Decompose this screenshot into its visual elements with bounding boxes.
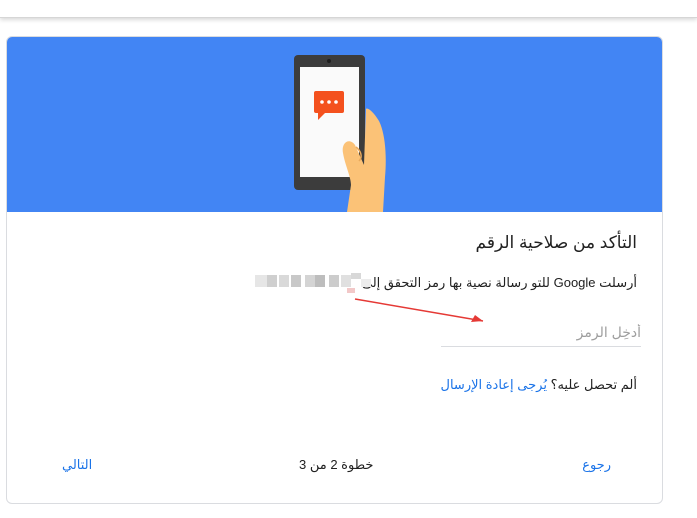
- resend-prompt: ألم تحصل عليه؟: [550, 377, 637, 392]
- top-bar: [0, 0, 697, 18]
- next-button[interactable]: التالي: [62, 457, 92, 473]
- verification-card: التأكد من صلاحية الرقم أرسلت Google للتو…: [6, 36, 663, 504]
- phone-with-message-icon: [294, 55, 386, 212]
- verification-code-input[interactable]: [441, 318, 641, 347]
- resend-link[interactable]: يُرجى إعادة الإرسال: [441, 377, 547, 392]
- sms-sent-message: أرسلت Google للتو رسالة نصية بها رمز الت…: [361, 275, 637, 290]
- step-indicator: خطوة 2 من 3: [299, 457, 374, 472]
- masked-phone-number: [255, 273, 371, 293]
- page-title: التأكد من صلاحية الرقم: [475, 233, 638, 252]
- resend-row: ألم تحصل عليه؟ يُرجى إعادة الإرسال: [441, 377, 637, 393]
- back-button[interactable]: رجوع: [582, 457, 611, 473]
- hero-banner: [7, 37, 662, 212]
